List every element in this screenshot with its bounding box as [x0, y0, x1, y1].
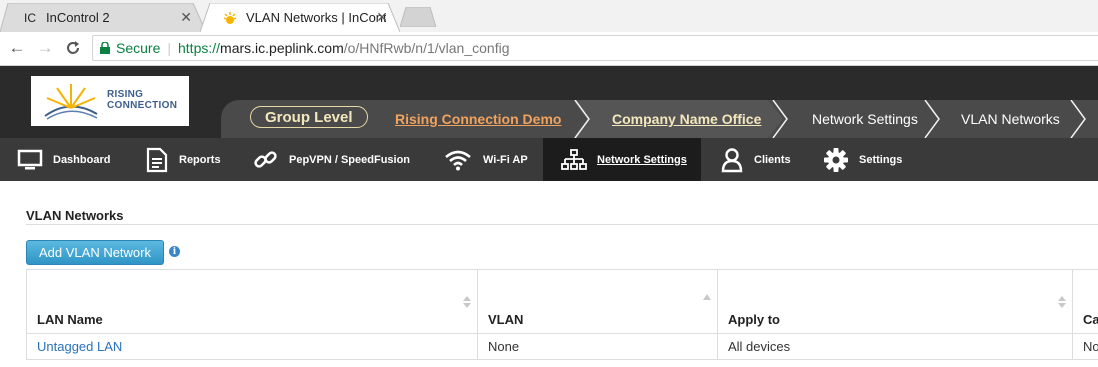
sunburst-logo-icon: [44, 84, 98, 120]
main-menu: Dashboard Reports PepVPN / SpeedFusion W…: [0, 138, 1098, 181]
sort-asc-icon: [703, 294, 711, 300]
new-tab-button[interactable]: [400, 7, 436, 27]
table-cell-lan-name: Untagged LAN: [26, 334, 477, 360]
tab-title: VLAN Networks | InContr: [246, 10, 386, 25]
page-title: VLAN Networks: [26, 208, 124, 223]
add-vlan-network-button[interactable]: Add VLAN Network: [26, 240, 164, 265]
reload-button[interactable]: [61, 36, 85, 60]
breadcrumb-vlan-networks: VLAN Networks: [961, 111, 1060, 127]
column-header-lan-name[interactable]: LAN Name: [26, 269, 477, 334]
column-header-label: VLAN: [488, 312, 524, 327]
incontrol-favicon-icon: IC: [24, 10, 36, 25]
column-header-partial[interactable]: Ca: [1072, 269, 1098, 334]
browser-tab-strip: IC InControl 2 ✕ VLAN Networks | InContr…: [0, 0, 1098, 32]
menu-label: Wi-Fi AP: [483, 153, 528, 166]
separator: |: [167, 40, 171, 56]
menu-label: Settings: [859, 153, 903, 166]
tab-close-icon[interactable]: ✕: [180, 9, 192, 26]
url-host: mars.ic.peplink.com: [220, 40, 344, 56]
column-header-label: Ca: [1083, 312, 1098, 327]
logo-line2: CONNECTION: [107, 100, 178, 111]
user-icon: [720, 147, 744, 173]
reload-icon: [67, 41, 79, 54]
menu-item-clients[interactable]: Clients: [720, 138, 791, 181]
menu-item-reports[interactable]: Reports: [145, 138, 221, 181]
menu-label: Dashboard: [53, 153, 111, 166]
tab-title: InControl 2: [46, 10, 110, 25]
browser-tab-incontrol[interactable]: IC InControl 2 ✕: [0, 3, 206, 32]
column-header-label: LAN Name: [37, 312, 103, 327]
link-icon: [253, 147, 279, 173]
breadcrumb-office[interactable]: Company Name Office: [612, 100, 761, 138]
column-header-vlan[interactable]: VLAN: [477, 269, 717, 334]
url-path: /o/HNfRwb/n/1/vlan_config: [343, 40, 510, 56]
breadcrumb-chevron-icon: [924, 100, 940, 138]
menu-label: PepVPN / SpeedFusion: [289, 153, 411, 166]
menu-item-pepvpn[interactable]: PepVPN / SpeedFusion: [253, 138, 410, 181]
column-header-label: Apply to: [728, 312, 780, 327]
document-icon: [145, 147, 169, 173]
breadcrumb-chevron-icon: [772, 100, 788, 138]
sun-logo-icon: [222, 10, 238, 26]
menu-item-wifi-ap[interactable]: Wi-Fi AP: [443, 138, 528, 181]
group-level-button[interactable]: Group Level: [250, 106, 368, 128]
forward-button[interactable]: →: [33, 36, 57, 60]
address-bar[interactable]: Secure | https:// mars.ic.peplink.com /o…: [92, 35, 1098, 61]
menu-item-settings[interactable]: Settings: [823, 138, 902, 181]
vlan-table: LAN Name VLAN Apply to Ca Untagged LAN N…: [26, 269, 1098, 360]
app-header: RISING CONNECTION Group Level Rising Con…: [0, 66, 1098, 138]
breadcrumb: Group Level Rising Connection Demo Compa…: [221, 100, 1098, 138]
back-button[interactable]: ←: [5, 36, 29, 60]
table-cell-partial: No: [1072, 334, 1098, 360]
browser-toolbar: ← → Secure | https:// mars.ic.peplink.co…: [0, 32, 1098, 66]
divider: [26, 224, 1098, 225]
logo-line1: RISING: [107, 89, 144, 100]
lock-icon: [100, 42, 110, 54]
browser-tab-vlan[interactable]: VLAN Networks | InContr ✕: [200, 3, 400, 32]
secure-label: Secure: [116, 40, 161, 56]
breadcrumb-chevron-icon: [1070, 100, 1086, 138]
lan-name-link[interactable]: Untagged LAN: [37, 339, 122, 354]
menu-label: Clients: [754, 153, 791, 166]
menu-item-dashboard[interactable]: Dashboard: [17, 138, 110, 181]
rising-connection-logo[interactable]: RISING CONNECTION: [31, 76, 189, 126]
logo-text: RISING CONNECTION: [107, 89, 177, 111]
monitor-icon: [17, 149, 43, 171]
menu-label: Network Settings: [597, 153, 687, 166]
breadcrumb-network-settings[interactable]: Network Settings: [812, 100, 918, 138]
wifi-icon: [443, 149, 473, 171]
menu-item-network-settings[interactable]: Network Settings: [543, 138, 701, 181]
sort-icon: [463, 296, 471, 308]
breadcrumb-chevron-icon: [574, 100, 590, 138]
url-scheme: https://: [178, 40, 221, 56]
tab-close-icon[interactable]: ✕: [376, 9, 388, 26]
network-icon: [561, 148, 587, 171]
table-cell-apply-to: All devices: [717, 334, 1072, 360]
table-cell-vlan: None: [477, 334, 717, 360]
gear-icon: [823, 147, 849, 173]
sort-icon: [1058, 296, 1066, 308]
breadcrumb-organization[interactable]: Rising Connection Demo: [395, 100, 561, 138]
column-header-apply-to[interactable]: Apply to: [717, 269, 1072, 334]
info-icon[interactable]: i: [169, 246, 180, 257]
menu-label: Reports: [179, 153, 221, 166]
